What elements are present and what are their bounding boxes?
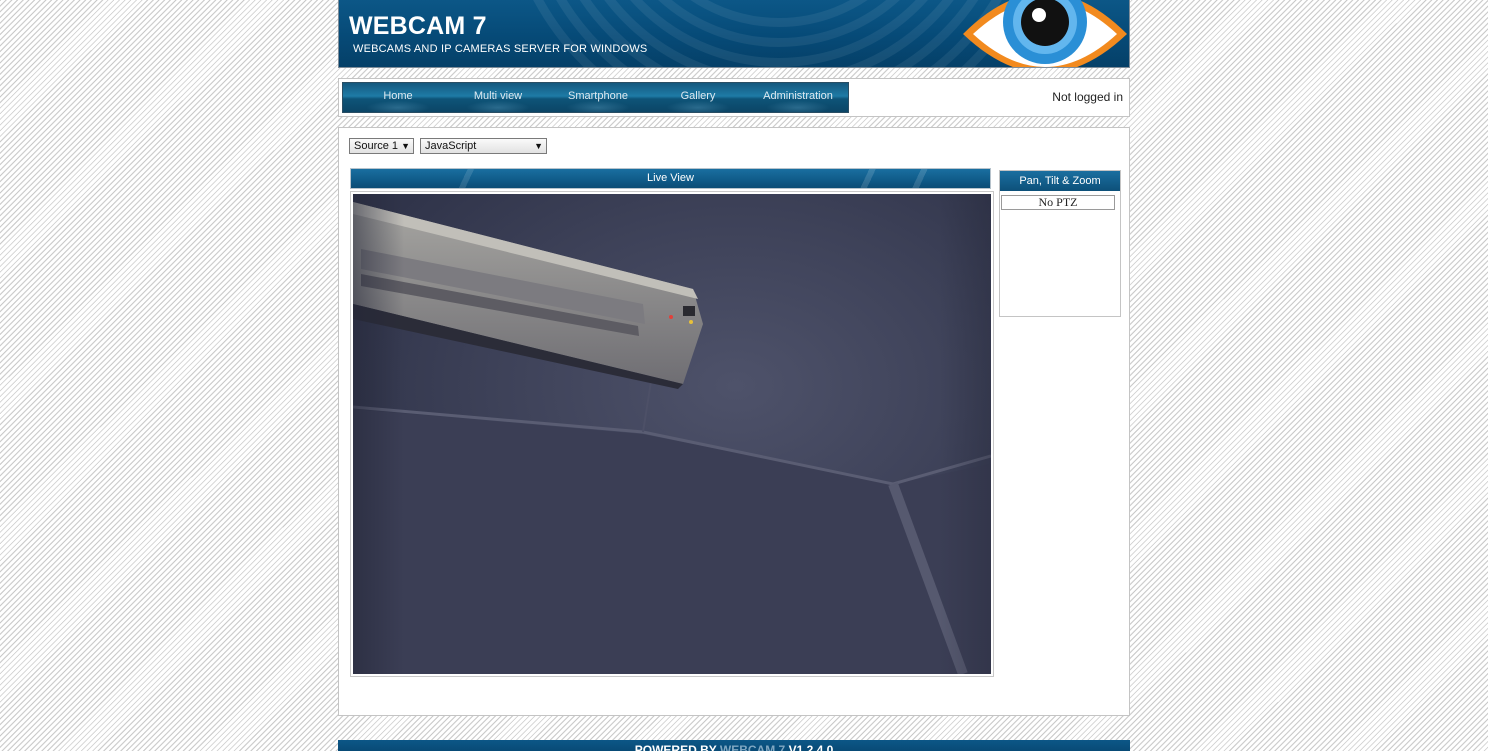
live-view-title: Live View <box>350 168 991 189</box>
site-subtitle: WEBCAMS AND IP CAMERAS SERVER FOR WINDOW… <box>353 43 648 55</box>
camera-scene-drawing <box>353 194 991 674</box>
live-view-frame <box>350 191 994 677</box>
viewer-mode-value: JavaScript <box>425 140 477 152</box>
nav-item-gallery[interactable]: Gallery <box>648 83 748 112</box>
source-select-value: Source 1 <box>354 140 399 152</box>
footer-brand-link[interactable]: WEBCAM 7 <box>720 743 785 751</box>
footer-powered-by: POWERED BY <box>634 743 717 751</box>
footer: POWERED BY WEBCAM 7 V1.2.4.0 <box>338 740 1130 751</box>
viewer-mode-select[interactable]: JavaScript ▼ <box>420 138 547 154</box>
site-title: WEBCAM 7 <box>349 12 487 40</box>
main-content: Source 1 ▼ JavaScript ▼ Live View Pan, T… <box>338 127 1130 716</box>
source-select[interactable]: Source 1 ▼ <box>349 138 414 154</box>
ptz-title: Pan, Tilt & Zoom <box>1000 171 1120 191</box>
footer-version: V1.2.4.0 <box>788 743 834 751</box>
nav-item-administration[interactable]: Administration <box>748 83 848 112</box>
ptz-status: No PTZ <box>1001 195 1115 210</box>
dropdown-arrow-icon: ▼ <box>401 141 410 151</box>
ptz-panel: Pan, Tilt & Zoom No PTZ <box>999 170 1121 317</box>
login-status: Not logged in <box>1052 90 1123 104</box>
main-menu: Home Multi view Smartphone Gallery Admin… <box>342 82 849 113</box>
navigation-bar: Home Multi view Smartphone Gallery Admin… <box>338 78 1130 117</box>
nav-item-smartphone[interactable]: Smartphone <box>548 83 648 112</box>
camera-feed-image[interactable] <box>353 194 991 674</box>
nav-item-multi-view[interactable]: Multi view <box>448 83 548 112</box>
eye-logo-icon <box>963 0 1127 67</box>
nav-item-home[interactable]: Home <box>348 83 448 112</box>
site-header: WEBCAM 7 WEBCAMS AND IP CAMERAS SERVER F… <box>338 0 1130 68</box>
dropdown-arrow-icon: ▼ <box>534 141 543 151</box>
